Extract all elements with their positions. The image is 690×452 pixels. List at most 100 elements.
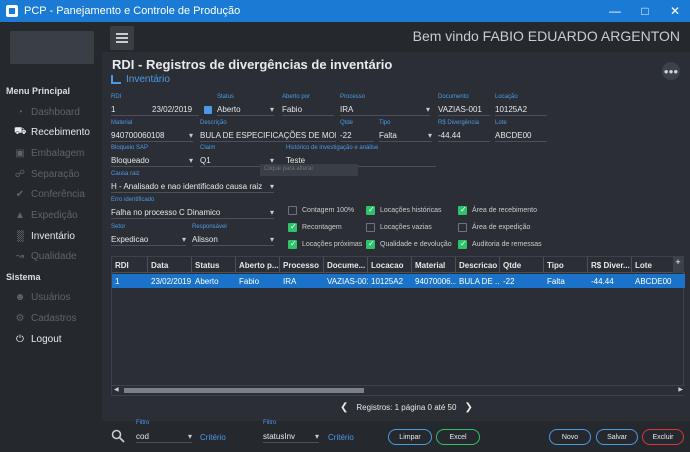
scroll-left-icon[interactable]: ◀	[114, 386, 119, 393]
prev-page-button[interactable]: ❮	[340, 402, 348, 413]
checkbox-locacoes-proximas[interactable]: Locações próximas	[288, 239, 362, 249]
scroll-right-icon[interactable]: ▶	[678, 386, 683, 393]
title-bar: PCP - Panejamento e Controle de Produção…	[0, 0, 690, 22]
column-header[interactable]: Locacao	[368, 257, 412, 273]
search-icon	[111, 429, 125, 443]
sidebar-item-cadastros[interactable]: ⚙ Cadastros	[14, 311, 77, 325]
table-cell: ABCDE00	[635, 277, 672, 286]
table-cell: Aberto	[195, 277, 219, 286]
welcome-text: Bem vindo FABIO EDUARDO ARGENTON	[412, 28, 680, 44]
sidebar-item-recebimento[interactable]: ⛟ Recebimento	[14, 125, 90, 139]
aberto-por-field[interactable]: Fabio	[282, 104, 334, 116]
locacao-field[interactable]: 10125A2	[495, 104, 547, 116]
chat-icon[interactable]: ●●●	[662, 62, 680, 80]
rs-divergencia-field[interactable]: -44.44	[438, 130, 490, 142]
limpar-button[interactable]: Limpar	[388, 429, 432, 445]
footer-bar: Filtro cod Critério Filtro statusInv Cri…	[102, 420, 690, 452]
filter1-select[interactable]: cod	[136, 431, 192, 443]
checkbox-auditoria-remessas[interactable]: Auditoria de remessas	[458, 239, 542, 249]
checkbox-qualidade-devolucao[interactable]: Qualidade e devolução	[366, 239, 452, 249]
table-cell: -44.44	[591, 277, 614, 286]
responsavel-select[interactable]: Alisson	[192, 234, 274, 246]
qtde-field[interactable]: -22	[340, 130, 374, 142]
sidebar-item-qualidade[interactable]: ↝ Qualidade	[14, 249, 77, 263]
close-button[interactable]: ✕	[660, 0, 690, 22]
date-value[interactable]: 23/02/2019	[152, 104, 202, 116]
lote-label: Lote	[495, 120, 507, 126]
table-cell: IRA	[283, 277, 297, 286]
table-row[interactable]: 1 23/02/2019 Aberto Fabio IRA VAZIAS-001…	[112, 274, 685, 288]
truck-icon: ⛟	[14, 125, 27, 137]
sidebar-item-embalagem[interactable]: ▣ Embalagem	[14, 146, 84, 160]
excluir-button[interactable]: Excluir	[642, 429, 684, 445]
column-header[interactable]: Material	[412, 257, 456, 273]
next-page-button[interactable]: ❯	[464, 402, 472, 413]
material-select[interactable]: 940700060108	[111, 130, 193, 142]
status-label: Status	[217, 94, 235, 100]
checkbox-locacoes-vazias[interactable]: Locações vazias	[366, 223, 432, 232]
material-label: Material	[111, 120, 133, 126]
setor-select[interactable]: Expedicao	[111, 234, 186, 246]
novo-button[interactable]: Novo	[549, 429, 591, 445]
filter2-criterio[interactable]: Critério	[328, 433, 354, 442]
salvar-button[interactable]: Salvar	[596, 429, 638, 445]
checkbox-area-recebimento[interactable]: Área de recebimento	[458, 205, 537, 215]
column-header[interactable]: Status	[192, 257, 236, 273]
column-header[interactable]: Docume...	[324, 257, 368, 273]
sidebar-item-conferencia[interactable]: ✔ Conferência	[14, 187, 85, 201]
aberto-por-label: Aberto por	[282, 94, 311, 100]
filter2-select[interactable]: statusInv	[263, 431, 319, 443]
column-header[interactable]: Processo	[280, 257, 324, 273]
descricao-field[interactable]: BULA DE ESPECIFICAÇÕES DE MONTAG	[200, 130, 336, 142]
minimize-button[interactable]: —	[600, 0, 630, 22]
sidebar-item-expedicao[interactable]: ▲ Expedição	[14, 208, 78, 222]
scrollbar-thumb[interactable]	[124, 388, 364, 393]
checkbox-area-expedicao[interactable]: Área de expedição	[458, 223, 530, 232]
checkbox-box	[458, 223, 467, 232]
table-cell: Fabio	[239, 277, 260, 286]
sidebar-item-usuarios[interactable]: ☻ Usuários	[14, 290, 71, 304]
checkbox-box	[288, 222, 297, 232]
column-header[interactable]: Descricao	[456, 257, 500, 273]
checkbox-recontagem[interactable]: Recontagem	[288, 222, 342, 232]
bloqueio-sap-select[interactable]: Bloqueado	[111, 155, 193, 167]
filter1-criterio[interactable]: Critério	[200, 433, 226, 442]
checkbox-contagem[interactable]: Contagem 100%	[288, 206, 354, 215]
sidebar-section-system: Sistema	[6, 272, 41, 282]
calendar-icon[interactable]	[204, 106, 212, 114]
checkbox-box	[288, 239, 297, 249]
column-header[interactable]: Aberto p...	[236, 257, 280, 273]
main-content: RDI - Registros de divergências de inven…	[102, 52, 690, 452]
line-chart-icon: ↝	[15, 250, 25, 262]
checkbox-box	[366, 205, 375, 215]
column-header[interactable]: Data	[148, 257, 192, 273]
column-header[interactable]: RDI	[112, 257, 148, 273]
checkbox-locacoes-historicas[interactable]: Locações históricas	[366, 205, 441, 215]
erro-identificado-select[interactable]: Falha no processo C Dinamico	[111, 207, 274, 219]
status-select[interactable]: Aberto	[217, 104, 274, 116]
column-header[interactable]: R$ Diver...	[588, 257, 632, 273]
checkbox-box	[458, 205, 467, 215]
sidebar-item-logout[interactable]: ⏻ Logout	[14, 332, 62, 346]
sidebar-item-dashboard[interactable]: ◔ Dashboard	[14, 105, 80, 119]
lote-field[interactable]: ABCDE00	[495, 130, 547, 142]
bloqueio-sap-label: Bloqueio SAP	[111, 145, 149, 151]
maximize-button[interactable]: □	[630, 0, 660, 22]
column-header[interactable]: Tipo	[544, 257, 588, 273]
excel-button[interactable]: Excel	[436, 429, 480, 445]
column-header[interactable]: Qtde	[500, 257, 544, 273]
column-header[interactable]: Lote	[632, 257, 673, 273]
add-column-button[interactable]: +	[673, 257, 683, 273]
box-icon: ▣	[15, 147, 25, 159]
sidebar-item-inventario[interactable]: ░ Inventário	[14, 229, 74, 243]
table-cell: 23/02/2019	[151, 277, 192, 286]
causa-raiz-select[interactable]: H - Analisado e nao identificado causa r…	[111, 181, 274, 193]
sidebar-item-separacao[interactable]: ☍ Separação	[14, 167, 79, 181]
tipo-label: Tipo	[379, 120, 391, 126]
horizontal-scrollbar[interactable]: ◀ ▶	[112, 385, 685, 395]
hamburger-menu-button[interactable]	[110, 26, 134, 50]
processo-select[interactable]: IRA	[340, 104, 430, 116]
app-icon	[6, 5, 18, 17]
tipo-select[interactable]: Falta	[379, 130, 432, 142]
documento-field[interactable]: VAZIAS-001	[438, 104, 490, 116]
